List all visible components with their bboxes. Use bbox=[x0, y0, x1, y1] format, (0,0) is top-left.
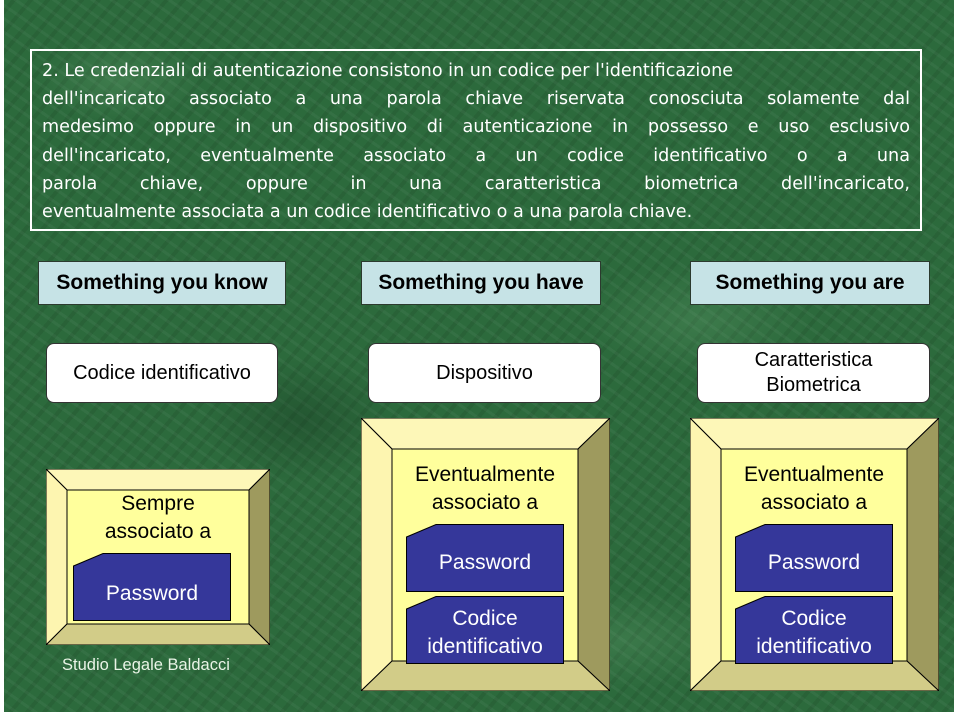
tag-password: Password bbox=[735, 524, 893, 592]
frame-label: associato a bbox=[431, 491, 539, 514]
header-label: Something you know bbox=[56, 271, 268, 294]
slide-border-bottom bbox=[0, 712, 960, 716]
intro-text-box: 2. Le credenziali di autenticazione cons… bbox=[30, 49, 922, 231]
frame-label: associato a bbox=[104, 520, 212, 543]
association-frame-are: Eventualmente associato a Password Codic… bbox=[690, 418, 939, 691]
item-label-line: Caratteristica bbox=[754, 349, 873, 371]
tag-label: Password bbox=[767, 550, 861, 574]
header-label: Something you are bbox=[715, 271, 905, 294]
frame-label: Eventualmente bbox=[414, 463, 556, 486]
tag-label-line: Codice bbox=[452, 606, 518, 630]
item-caratteristica-biometrica: Caratteristica Biometrica bbox=[697, 343, 930, 403]
header-label: Something you have bbox=[378, 271, 584, 294]
intro-line: medesimo oppure in un dispositivo di aut… bbox=[42, 117, 910, 138]
tag-password: Password bbox=[406, 524, 564, 592]
slide-border-right bbox=[954, 0, 960, 716]
header-something-you-have: Something you have bbox=[361, 261, 601, 305]
intro-line: parola chiave, oppure in una caratterist… bbox=[42, 173, 910, 194]
tag-label: Password bbox=[438, 550, 532, 574]
tag-label-line: Codice bbox=[781, 606, 847, 630]
tag-password: Password bbox=[73, 553, 231, 621]
tag-codice-identificativo: Codice identificativo bbox=[735, 596, 893, 664]
slide-border-left bbox=[0, 0, 4, 716]
frame-label: Sempre bbox=[121, 492, 195, 515]
association-frame-know: Sempre associato a Password bbox=[46, 469, 270, 645]
association-frame-have: Eventualmente associato a Password Codic… bbox=[361, 418, 610, 691]
header-something-you-know: Something you know bbox=[38, 261, 286, 305]
item-label: Codice identificativo bbox=[73, 361, 251, 384]
intro-line: dell'incaricato, eventualmente associato… bbox=[42, 145, 910, 166]
item-codice-identificativo: Codice identificativo bbox=[46, 343, 278, 403]
intro-line: 2. Le credenziali di autenticazione cons… bbox=[42, 61, 734, 81]
item-label: Dispositivo bbox=[436, 361, 533, 384]
tag-label: Password bbox=[105, 582, 199, 605]
tag-label-line: identificativo bbox=[756, 634, 872, 658]
header-something-you-are: Something you are bbox=[690, 261, 930, 305]
tag-codice-identificativo: Codice identificativo bbox=[406, 596, 564, 664]
footer-credit: Studio Legale Baldacci bbox=[62, 656, 230, 674]
item-dispositivo: Dispositivo bbox=[368, 343, 601, 403]
tag-label-line: identificativo bbox=[427, 634, 543, 658]
item-label-line: Biometrica bbox=[766, 374, 861, 396]
frame-label: Eventualmente bbox=[743, 463, 885, 486]
frame-label: associato a bbox=[760, 491, 868, 514]
intro-line: eventualmente associata a un codice iden… bbox=[42, 202, 693, 223]
intro-line: dell'incaricato associato a una parola c… bbox=[42, 89, 910, 110]
